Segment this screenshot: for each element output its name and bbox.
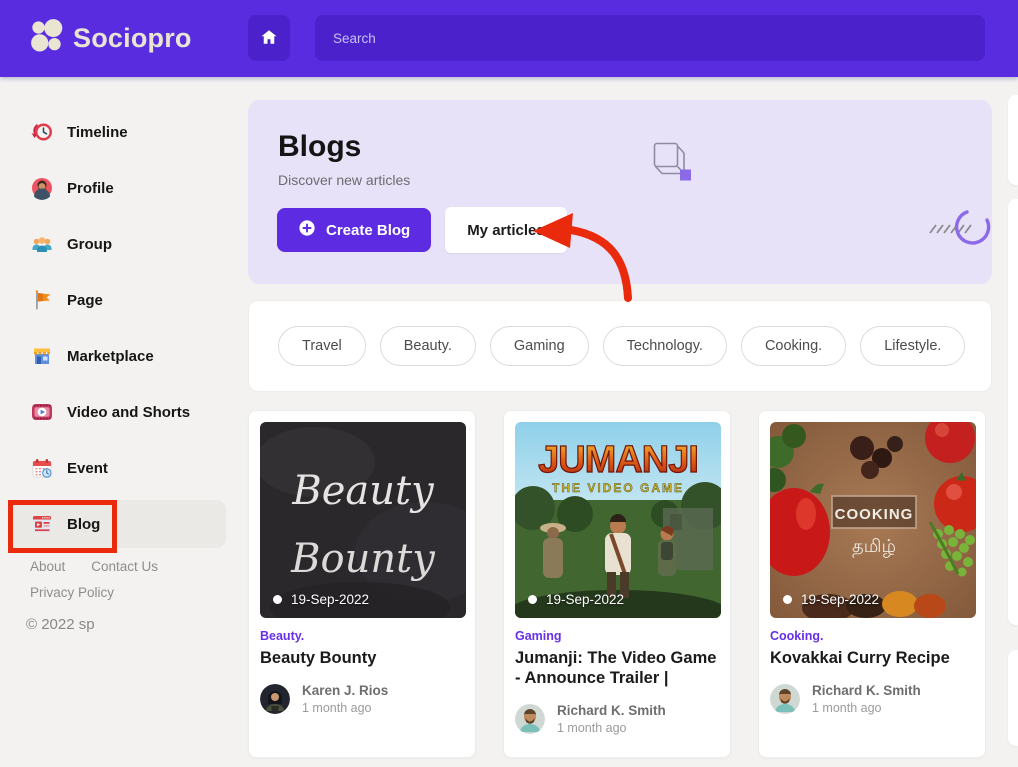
create-blog-label: Create Blog bbox=[326, 222, 410, 239]
blog-cards-grid: Beauty Bounty 19-Sep-2022 Beauty. Beauty… bbox=[248, 410, 986, 758]
privacy-policy-link[interactable]: Privacy Policy bbox=[30, 585, 114, 600]
right-edge-panel bbox=[1008, 650, 1018, 746]
post-date-badge: 19-Sep-2022 bbox=[783, 592, 879, 607]
sidebar-item-group[interactable]: Group bbox=[0, 216, 240, 272]
page-title: Blogs bbox=[278, 130, 361, 164]
about-link[interactable]: About bbox=[30, 559, 65, 574]
sidebar: Timeline Profile bbox=[0, 77, 240, 767]
post-title[interactable]: Beauty Bounty bbox=[260, 648, 464, 668]
swirl-decoration bbox=[928, 202, 992, 255]
sidebar-item-timeline[interactable]: Timeline bbox=[0, 104, 240, 160]
page: Sociopro Timeline bbox=[0, 0, 1018, 767]
sidebar-item-video-and-shorts[interactable]: Video and Shorts bbox=[0, 384, 240, 440]
post-date: 19-Sep-2022 bbox=[801, 592, 879, 607]
event-calendar-icon bbox=[30, 456, 54, 480]
copyright-text: © 2022 sp bbox=[26, 616, 230, 633]
sidebar-item-label: Marketplace bbox=[67, 348, 154, 365]
category-pill-technology[interactable]: Technology. bbox=[603, 326, 727, 366]
sidebar-item-label: Event bbox=[67, 460, 108, 477]
date-dot-icon bbox=[528, 595, 537, 604]
post-time-ago: 1 month ago bbox=[557, 721, 666, 735]
contact-us-link[interactable]: Contact Us bbox=[91, 559, 158, 574]
post-date-badge: 19-Sep-2022 bbox=[273, 592, 369, 607]
post-title[interactable]: Jumanji: The Video Game - Announce Trail… bbox=[515, 648, 719, 688]
author-name[interactable]: Richard K. Smith bbox=[557, 703, 666, 718]
right-edge-panel bbox=[1008, 199, 1018, 625]
post-category[interactable]: Beauty. bbox=[260, 629, 464, 643]
search-bar bbox=[315, 15, 985, 61]
category-pill-cooking[interactable]: Cooking. bbox=[741, 326, 846, 366]
marketplace-store-icon bbox=[30, 344, 54, 368]
image-subtitle: THE VIDEO GAME bbox=[552, 481, 684, 495]
post-date: 19-Sep-2022 bbox=[546, 592, 624, 607]
brand-name: Sociopro bbox=[73, 23, 192, 54]
cube-decoration-icon bbox=[653, 142, 693, 191]
post-date: 19-Sep-2022 bbox=[291, 592, 369, 607]
sidebar-item-label: Page bbox=[67, 292, 103, 309]
sidebar-item-label: Blog bbox=[67, 516, 100, 533]
date-dot-icon bbox=[273, 595, 282, 604]
post-date-badge: 19-Sep-2022 bbox=[528, 592, 624, 607]
blog-window-icon bbox=[30, 512, 54, 536]
home-icon bbox=[260, 28, 278, 49]
category-pill-beauty[interactable]: Beauty. bbox=[380, 326, 476, 366]
blog-card-image[interactable]: JUMANJI THE VIDEO GAME 19-Sep-2022 bbox=[515, 422, 721, 618]
author-row: Richard K. Smith 1 month ago bbox=[515, 703, 719, 735]
blog-card-image[interactable]: Beauty Bounty 19-Sep-2022 bbox=[260, 422, 466, 618]
create-blog-button[interactable]: Create Blog bbox=[277, 208, 431, 252]
post-time-ago: 1 month ago bbox=[812, 701, 921, 715]
post-category[interactable]: Cooking. bbox=[770, 629, 974, 643]
plus-circle-icon bbox=[298, 219, 316, 241]
sidebar-nav: Timeline Profile bbox=[0, 104, 240, 552]
sidebar-item-label: Timeline bbox=[67, 124, 128, 141]
sociopro-logo-icon bbox=[28, 18, 65, 58]
timeline-clock-icon bbox=[30, 120, 54, 144]
brand[interactable]: Sociopro bbox=[28, 18, 192, 58]
author-avatar[interactable] bbox=[260, 684, 290, 714]
author-avatar[interactable] bbox=[515, 704, 545, 734]
author-name[interactable]: Karen J. Rios bbox=[302, 683, 388, 698]
sidebar-item-label: Video and Shorts bbox=[67, 404, 190, 421]
sidebar-item-profile[interactable]: Profile bbox=[0, 160, 240, 216]
page-subtitle: Discover new articles bbox=[278, 172, 410, 188]
video-film-icon bbox=[30, 400, 54, 424]
group-people-icon bbox=[30, 232, 54, 256]
author-row: Karen J. Rios 1 month ago bbox=[260, 683, 464, 715]
page-flag-icon bbox=[30, 288, 54, 312]
sidebar-footer: About Contact Us Privacy Policy © 2022 s… bbox=[30, 559, 230, 633]
image-title: JUMANJI bbox=[538, 439, 698, 481]
sidebar-item-page[interactable]: Page bbox=[0, 272, 240, 328]
post-title[interactable]: Kovakkai Curry Recipe bbox=[770, 648, 974, 668]
sidebar-item-label: Profile bbox=[67, 180, 114, 197]
blogs-hero-panel: Blogs Discover new articles Create Blog … bbox=[248, 100, 992, 284]
sidebar-item-event[interactable]: Event bbox=[0, 440, 240, 496]
my-articles-button[interactable]: My articles bbox=[445, 207, 567, 253]
category-pill-gaming[interactable]: Gaming bbox=[490, 326, 589, 366]
image-title: COOKING bbox=[835, 506, 914, 523]
author-avatar[interactable] bbox=[770, 684, 800, 714]
blog-card-image[interactable]: COOKING தமிழ் 19-Sep-2022 bbox=[770, 422, 976, 618]
author-name[interactable]: Richard K. Smith bbox=[812, 683, 921, 698]
profile-avatar-icon bbox=[30, 176, 54, 200]
blog-card-jumanji[interactable]: JUMANJI THE VIDEO GAME 19-Sep-2022 Gamin… bbox=[503, 410, 731, 758]
right-edge-panel bbox=[1008, 95, 1018, 185]
category-filter-bar: Travel Beauty. Gaming Technology. Cookin… bbox=[248, 300, 992, 392]
post-category[interactable]: Gaming bbox=[515, 629, 719, 643]
category-pill-lifestyle[interactable]: Lifestyle. bbox=[860, 326, 965, 366]
category-pill-travel[interactable]: Travel bbox=[278, 326, 366, 366]
image-text-line1: Beauty bbox=[291, 468, 435, 514]
home-button[interactable] bbox=[248, 15, 290, 61]
post-time-ago: 1 month ago bbox=[302, 701, 388, 715]
sidebar-item-label: Group bbox=[67, 236, 112, 253]
top-header: Sociopro bbox=[0, 0, 1018, 77]
sidebar-item-marketplace[interactable]: Marketplace bbox=[0, 328, 240, 384]
author-row: Richard K. Smith 1 month ago bbox=[770, 683, 974, 715]
blog-card-kovakkai-curry[interactable]: COOKING தமிழ் 19-Sep-2022 Cooking. Kovak… bbox=[758, 410, 986, 758]
image-text-line2: Bounty bbox=[290, 536, 436, 582]
blog-card-beauty-bounty[interactable]: Beauty Bounty 19-Sep-2022 Beauty. Beauty… bbox=[248, 410, 476, 758]
sidebar-item-blog[interactable]: Blog bbox=[0, 496, 240, 552]
image-subtitle: தமிழ் bbox=[852, 536, 896, 558]
date-dot-icon bbox=[783, 595, 792, 604]
search-input[interactable] bbox=[315, 15, 985, 61]
